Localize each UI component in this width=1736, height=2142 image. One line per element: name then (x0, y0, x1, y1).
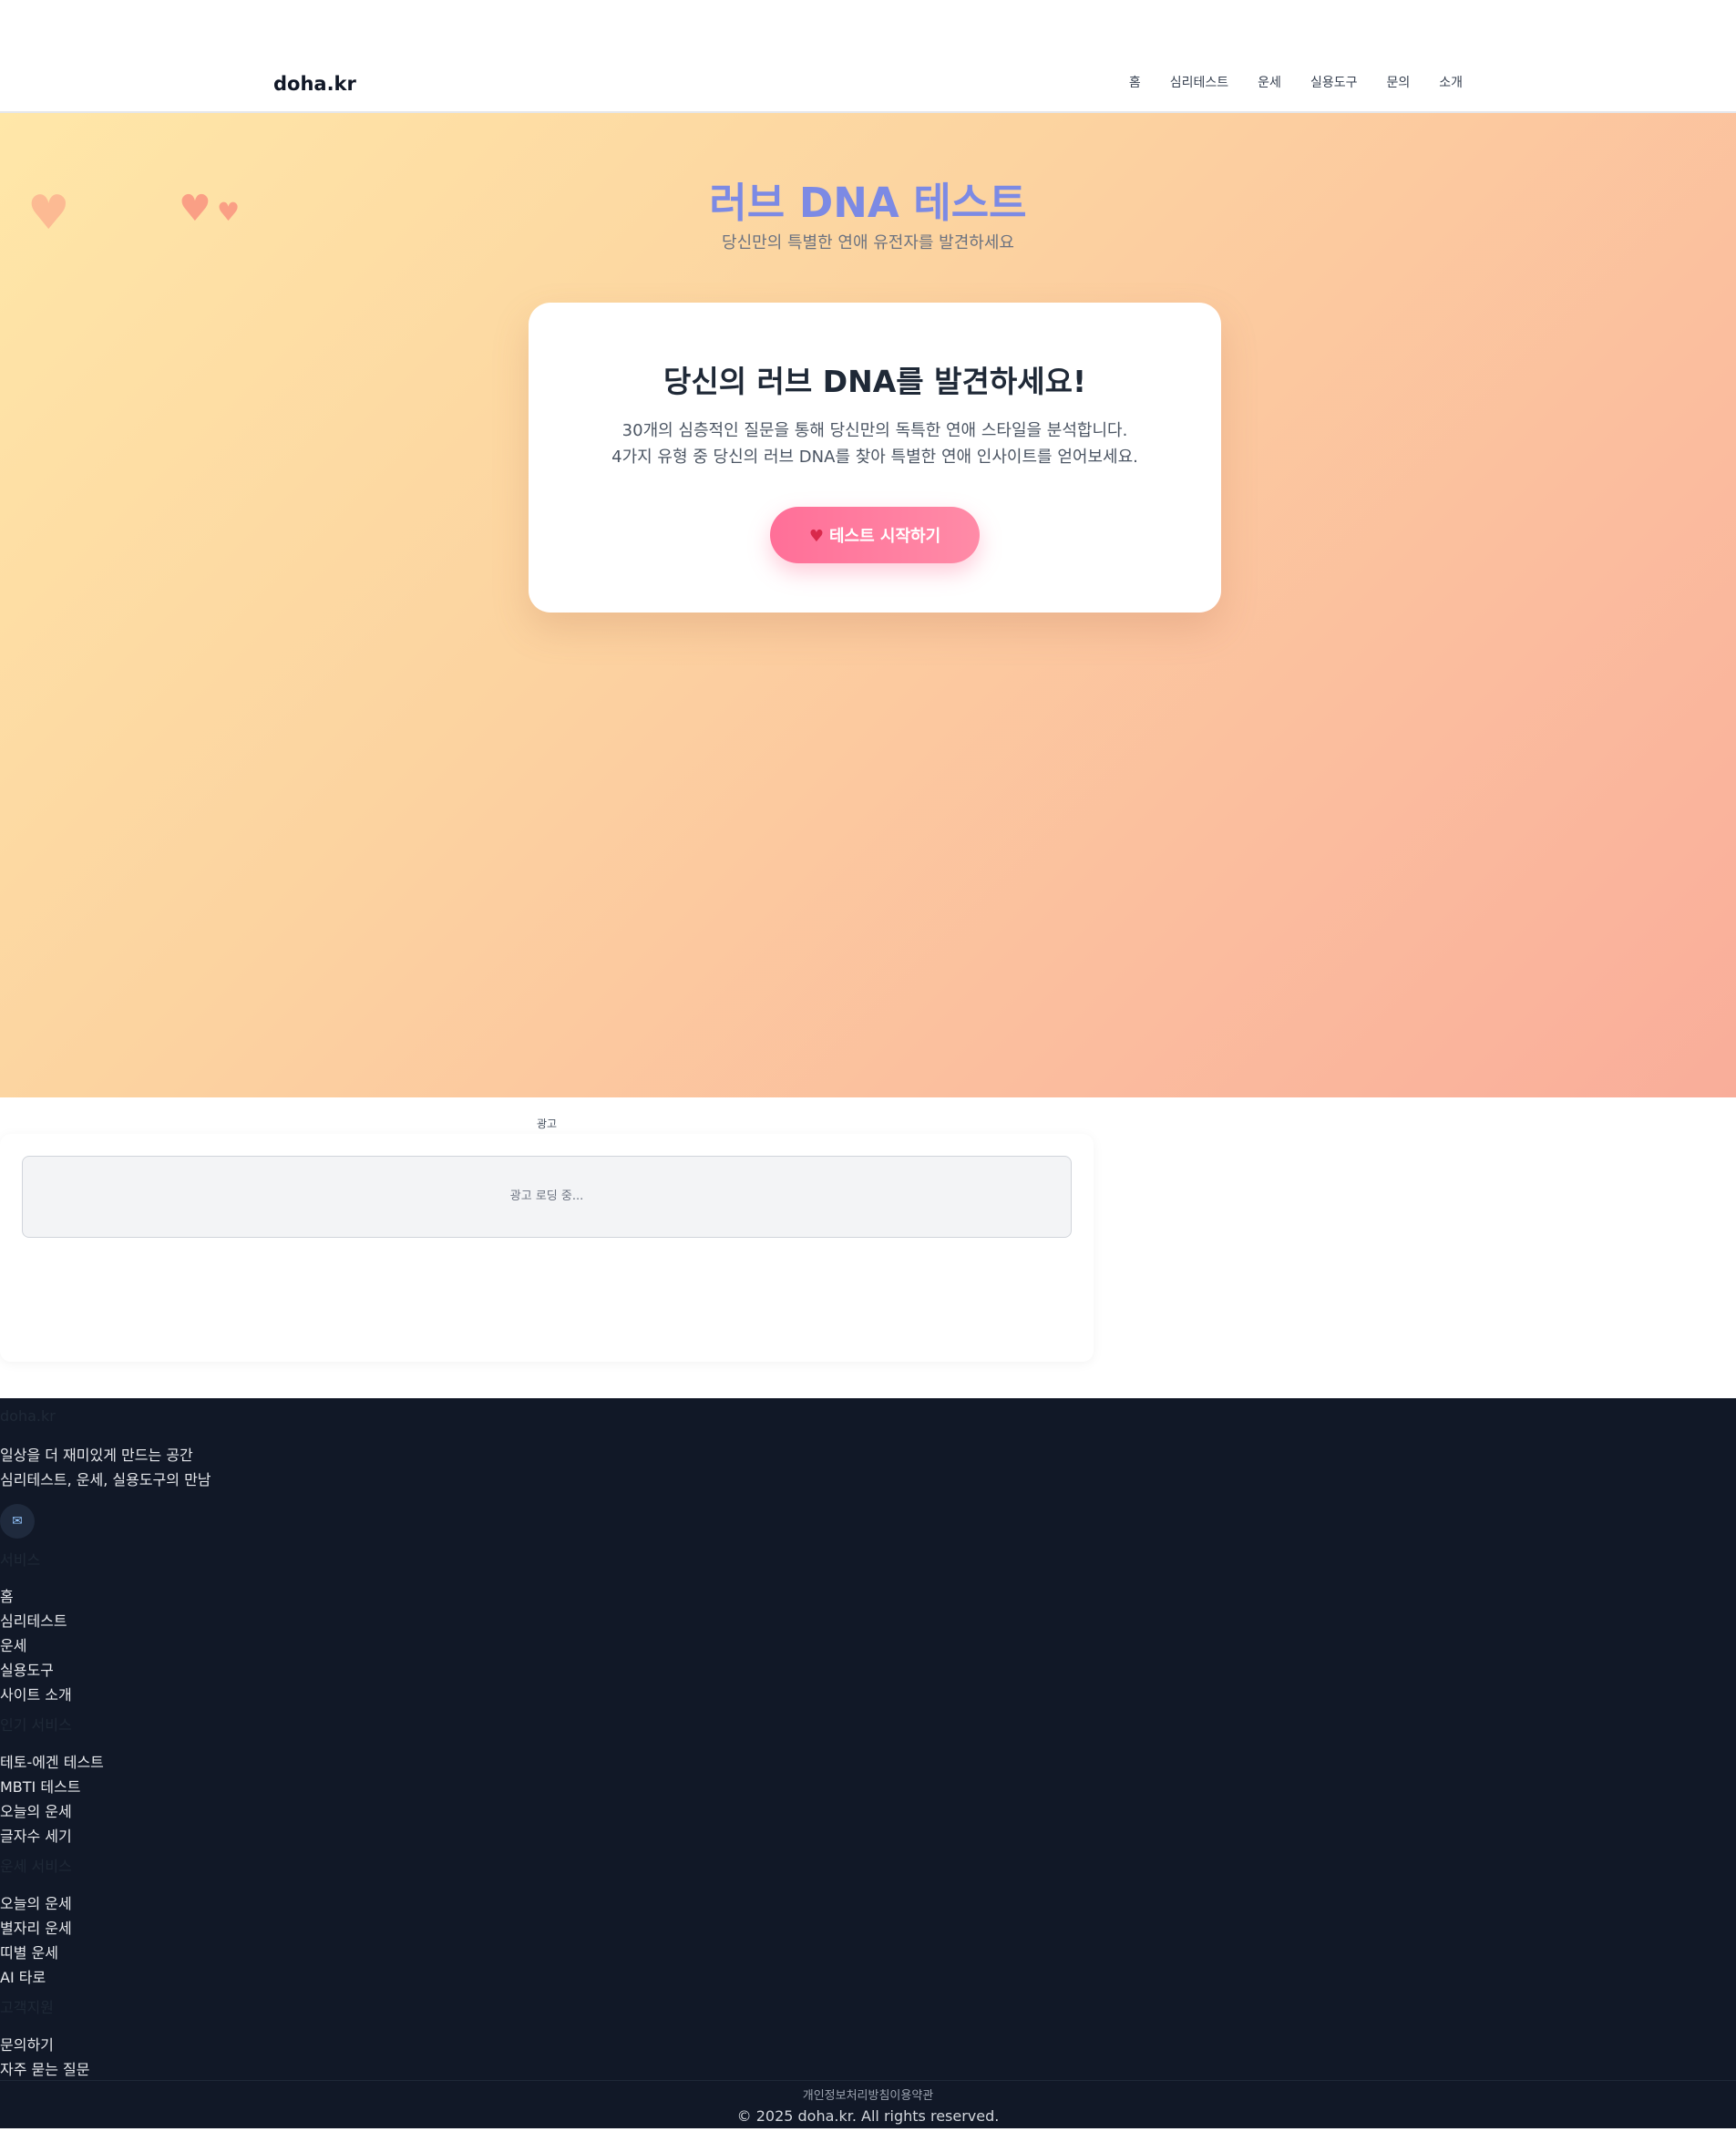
footer-link-ai-tarot[interactable]: AI 타로 (0, 1965, 46, 1987)
nav-about[interactable]: 소개 (1439, 73, 1463, 91)
footer-link-daily-fortune[interactable]: 오늘의 운세 (0, 1799, 72, 1821)
footer-tagline-2: 심리테스트, 운세, 실용도구의 만남 (0, 1471, 211, 1488)
footer-link-fortune[interactable]: 운세 (0, 1633, 26, 1655)
footer-link-mbti[interactable]: MBTI 테스트 (0, 1775, 81, 1797)
footer-legal-links[interactable]: 개인정보처리방침이용약관 (0, 2085, 1736, 2103)
footer-copyright: © 2025 doha.kr. All rights reserved. (736, 2107, 1000, 2125)
intro-description-line-1: 30개의 심층적인 질문을 통해 당신만의 독특한 연애 스타일을 분석합니다. (621, 421, 1128, 440)
footer-brand-heading: doha.kr (0, 1407, 56, 1425)
footer-section-heading: 인기 서비스 (0, 1716, 72, 1734)
footer-link-faq[interactable]: 자주 묻는 질문 (0, 2057, 90, 2079)
footer-section-heading: 운세 서비스 (0, 1858, 72, 1875)
footer-link-text-counter[interactable]: 글자수 세기 (0, 1824, 72, 1846)
nav-contact[interactable]: 문의 (1386, 73, 1410, 91)
footer-link-home[interactable]: 홈 (0, 1584, 14, 1606)
footer-divider (0, 2080, 1736, 2081)
footer-link-teto-egen[interactable]: 테토-에겐 테스트 (0, 1750, 104, 1772)
footer-section-heading: 서비스 (0, 1551, 41, 1569)
nav-psych-tests[interactable]: 심리테스트 (1170, 73, 1228, 91)
navbar: doha.kr 홈 심리테스트 운세 실용도구 문의 소개 (0, 58, 1736, 113)
page-subtitle: 당신만의 특별한 연애 유전자를 발견하세요 (722, 233, 1014, 252)
footer-link-daily-fortune[interactable]: 오늘의 운세 (0, 1891, 72, 1913)
hero-section: ♥ ♥ ♥ 러브 DNA 테스트 당신만의 특별한 연애 유전자를 발견하세요 … (0, 113, 1736, 1097)
intro-heading: 당신의 러브 DNA를 발견하세요! (663, 364, 1087, 399)
footer-link-about[interactable]: 사이트 소개 (0, 1683, 72, 1704)
nav-tools[interactable]: 실용도구 (1310, 73, 1358, 91)
footer-link-contact[interactable]: 문의하기 (0, 2033, 54, 2054)
ad-container: 광고 로딩 중... (0, 1134, 1094, 1362)
nav-fortune[interactable]: 운세 (1258, 73, 1281, 91)
start-test-label: 테스트 시작하기 (828, 527, 941, 546)
intro-card: 당신의 러브 DNA를 발견하세요! 30개의 심층적인 질문을 통해 당신만의… (529, 303, 1221, 613)
start-test-button[interactable]: ♥ 테스트 시작하기 (770, 507, 980, 563)
footer-section-heading: 고객지원 (0, 1999, 54, 2016)
footer-link-zodiac[interactable]: 별자리 운세 (0, 1916, 72, 1938)
ad-placeholder: 광고 로딩 중... (22, 1156, 1072, 1238)
page-title: 러브 DNA 테스트 (709, 179, 1027, 227)
footer-link-chinese-zodiac[interactable]: 띠별 운세 (0, 1941, 58, 1962)
ad-label: 광고 (536, 1117, 558, 1130)
brand-logo[interactable]: doha.kr (273, 73, 356, 95)
footer-link-tools[interactable]: 실용도구 (0, 1658, 54, 1680)
footer-link-psych-tests[interactable]: 심리테스트 (0, 1609, 67, 1631)
main-nav: 홈 심리테스트 운세 실용도구 문의 소개 (1129, 73, 1463, 91)
heart-icon: ♥ (808, 527, 824, 546)
footer-tagline-1: 일상을 더 재미있게 만드는 공간 (0, 1447, 193, 1464)
top-strip (0, 0, 1736, 58)
mail-icon[interactable]: ✉ (0, 1504, 35, 1539)
intro-description-line-2: 4가지 유형 중 당신의 러브 DNA를 찾아 특별한 연애 인사이트를 얻어보… (611, 448, 1138, 467)
footer: doha.kr 일상을 더 재미있게 만드는 공간 심리테스트, 운세, 실용도… (0, 1398, 1736, 2128)
nav-home[interactable]: 홈 (1129, 73, 1141, 91)
